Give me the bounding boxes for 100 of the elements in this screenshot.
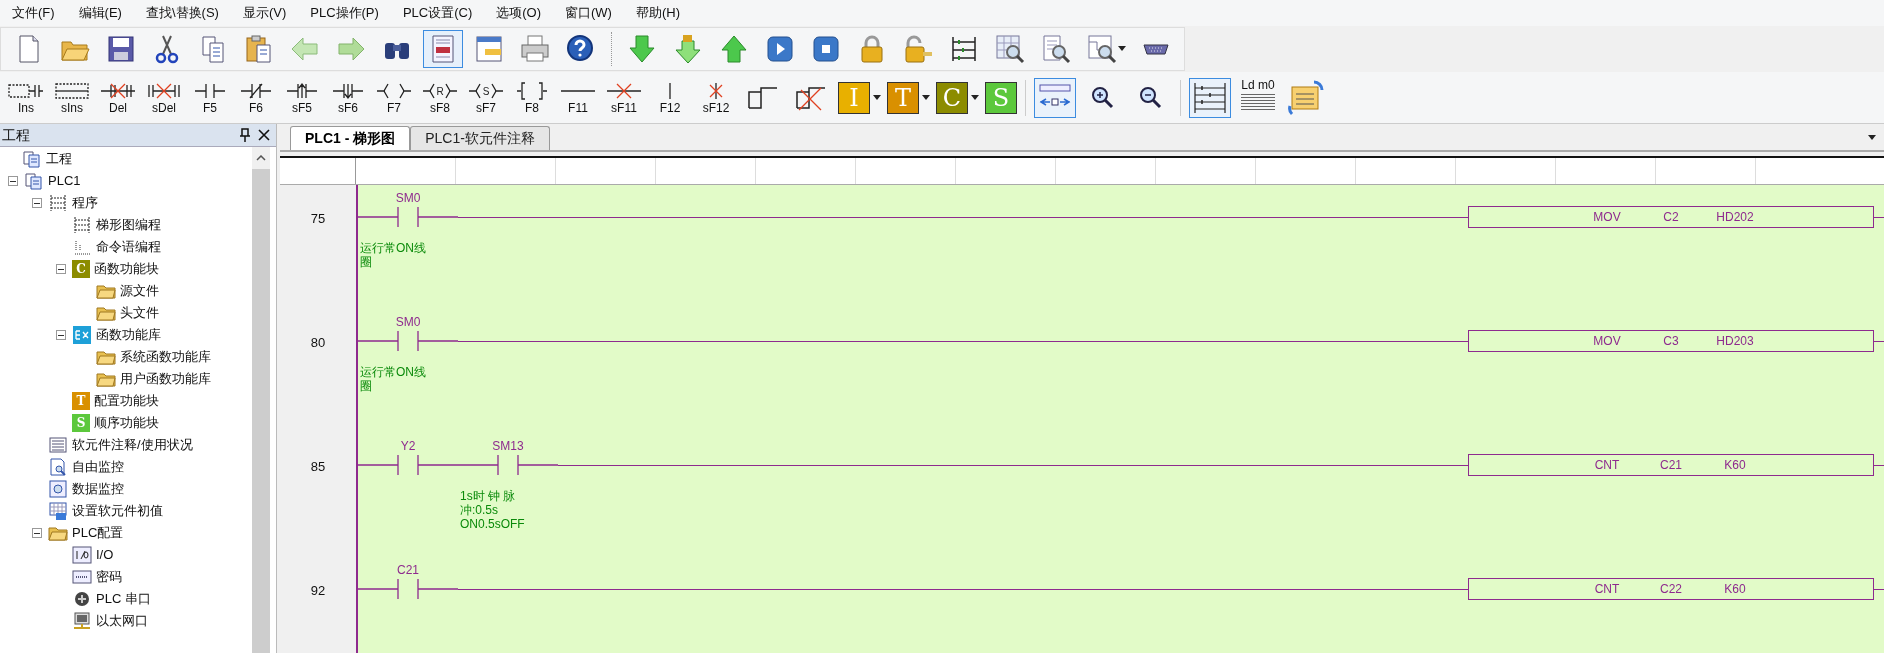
tree-item[interactable]: 函数功能库 [96,325,161,345]
ladder-tool-button[interactable]: F12 [650,75,690,120]
pin-icon[interactable] [240,128,250,142]
ladder-tool-button[interactable]: sF12 [696,75,736,120]
stop-icon [810,33,842,65]
block-icon: S [72,414,90,432]
ladder-tool-button[interactable]: sF6 [328,75,368,120]
down-arrow-icon [626,33,658,65]
tree-item[interactable]: 用户函数功能库 [120,369,211,389]
tree-item[interactable]: 函数功能块 [94,259,159,279]
ladder-tool-button[interactable]: sF5 [282,75,322,120]
scrollbar[interactable] [252,147,270,653]
tree-item[interactable]: 设置软元件初值 [72,501,163,521]
ladder-tool-button[interactable]: F8 [512,75,552,120]
convert-icon [1288,79,1324,116]
contact-label: SM13 [492,438,524,455]
toolbar-button[interactable] [1189,77,1231,118]
step-number: 80 [310,334,326,352]
instruction-view-button[interactable]: Ld m0 [1237,77,1279,118]
document-tab[interactable]: PLC1 - 梯形图 [290,126,411,150]
collapse-toggle[interactable] [32,528,42,538]
menu-item[interactable]: 帮助(H) [623,3,692,23]
ladder-tool-button[interactable]: F7 [374,75,414,120]
tree-item[interactable]: 头文件 [120,303,159,323]
tree-item[interactable]: 密码 [96,567,122,587]
printer-icon [519,33,551,65]
tree-item[interactable]: I/O [96,545,114,565]
instruction-operand: K60 [1723,457,1747,474]
collapse-toggle[interactable] [8,176,18,186]
caret-icon [1118,46,1126,52]
tree-item[interactable]: 命令语编程 [96,237,161,257]
menu-item[interactable]: 编辑(E) [66,3,134,23]
tree-item[interactable]: PLC 串口 [96,589,151,609]
tree-item[interactable]: 源文件 [120,281,159,301]
menu-item[interactable]: 查找\替换(S) [133,3,231,23]
menu-item[interactable]: 窗口(W) [553,3,624,23]
ladder-tool-button[interactable]: F5 [190,75,230,120]
scroll-up-icon[interactable] [256,155,266,161]
caret-icon [1868,135,1876,141]
ladder-tool-button[interactable]: F11 [558,75,598,120]
ladder-magnifier-icon [1086,33,1118,65]
keypad-icon [72,567,92,587]
tree-item[interactable]: 梯形图编程 [96,215,161,235]
document-tab[interactable]: PLC1-软元件注释 [410,126,550,150]
device-comment: 运行常ON线 圈 [360,241,427,269]
block-icon: T [72,392,90,410]
menu-item[interactable]: 选项(O) [484,3,553,23]
ladder-tool-button[interactable]: S sF7 [466,75,506,120]
panel-title: 工程 [2,125,30,145]
play-icon [764,33,796,65]
tree-item[interactable]: 数据监控 [72,479,124,499]
step-number: 85 [310,458,326,476]
close-icon[interactable] [258,129,270,141]
tree-item[interactable]: PLC配置 [72,523,124,543]
unlock-icon [902,33,934,65]
tree-item[interactable]: 自由监控 [72,457,124,477]
step-number: 75 [310,210,326,228]
instruction-operand: C21 [1659,457,1683,474]
menu-item[interactable]: PLC设置(C) [390,3,485,23]
contact-label: SM0 [395,314,421,331]
device-comment: 运行常ON线 圈 [360,365,427,393]
ladder-tool-button[interactable]: F6 [236,75,276,120]
ladder-tool-button[interactable]: sIns [52,75,92,120]
tree-item[interactable]: 工程 [46,149,72,169]
collapse-toggle[interactable] [56,330,66,340]
menu-item[interactable]: 显示(V) [230,3,299,23]
library-icon [72,325,92,345]
ladder-tool-button[interactable]: R sF8 [420,75,460,120]
ladder-icon [48,193,68,213]
grid-icon [48,501,68,521]
caret-icon[interactable] [971,94,979,101]
block-button[interactable]: C [936,81,968,114]
instruction-operand: HD202 [1715,209,1755,226]
insert-row-icon [53,80,91,101]
menu-item[interactable]: 文件(F) [0,3,67,23]
tree-item[interactable]: PLC1 [48,171,81,191]
collapse-toggle[interactable] [32,198,42,208]
computer-icon [72,611,92,631]
caret-icon[interactable] [873,94,881,101]
io-icon [72,545,92,565]
block-icon: C [72,260,90,278]
tree-item[interactable]: 程序 [72,193,98,213]
horizontal-line-icon [561,89,595,92]
instruction-operand: CNT [1593,457,1621,474]
tree-item[interactable]: 系统函数功能库 [120,347,211,367]
device-comment: 1s时 钟 脉 冲:0.5s ON0.5sOFF [460,489,526,531]
ladder-tool-button[interactable]: sDel [144,75,184,120]
ladder-tool-button[interactable]: Ins [6,75,46,120]
menu-item[interactable]: PLC操作(P) [298,3,391,23]
ladder-tool-button[interactable]: Del [98,75,138,120]
collapse-toggle[interactable] [56,264,66,274]
instruction-operand: C3 [1662,333,1680,350]
tree-item[interactable]: 以太网口 [96,611,148,631]
instruction-operand: MOV [1592,209,1622,226]
ladder-tool-button[interactable]: sF11 [604,75,644,120]
tree-item[interactable]: 软元件注释/使用状况 [72,435,193,455]
tree-item[interactable]: 顺序功能块 [94,413,159,433]
tree-item[interactable]: 配置功能块 [94,391,159,411]
instruction-operand: CNT [1593,581,1621,598]
caret-icon[interactable] [922,94,930,101]
